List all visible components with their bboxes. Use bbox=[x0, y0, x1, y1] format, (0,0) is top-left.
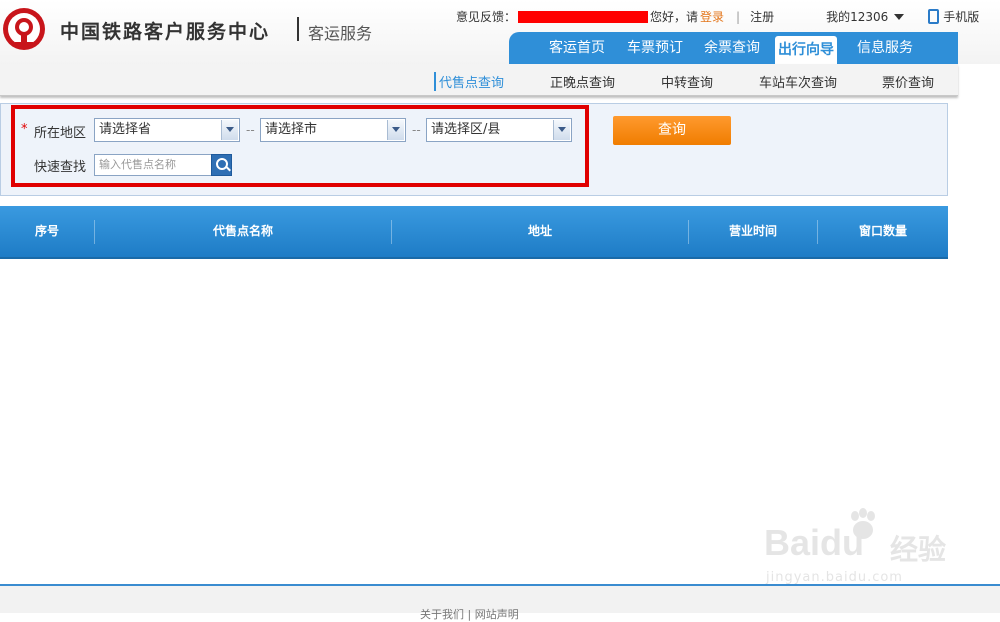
mobile-version-link[interactable]: 手机版 bbox=[928, 8, 979, 25]
brand-title: 中国铁路客户服务中心 bbox=[60, 21, 271, 43]
phone-icon bbox=[928, 9, 940, 24]
chevron-down-icon bbox=[221, 120, 238, 140]
chevron-down-icon bbox=[387, 120, 404, 140]
region-label: 所在地区 bbox=[34, 126, 87, 141]
chevron-down-icon bbox=[553, 120, 570, 140]
nav-ticket-booking[interactable]: 车票预订 bbox=[617, 32, 693, 64]
footer-links[interactable]: 关于我们 | 网站声明 bbox=[420, 606, 519, 622]
tab-station-train-query[interactable]: 车站车次查询 bbox=[759, 72, 837, 91]
my-account-label: 我的12306 bbox=[826, 10, 889, 24]
railway-logo-icon[interactable] bbox=[2, 7, 46, 51]
query-button[interactable]: 查询 bbox=[613, 116, 731, 145]
redacted-feedback bbox=[518, 10, 649, 23]
select-separator: -- bbox=[412, 123, 421, 137]
tab-transfer-query[interactable]: 中转查询 bbox=[661, 72, 713, 91]
column-header-window-count: 窗口数量 bbox=[858, 224, 907, 238]
brand-divider bbox=[297, 17, 299, 41]
column-header-address: 地址 bbox=[527, 224, 552, 238]
greeting-text: 您好，请 bbox=[650, 10, 699, 24]
watermark-logo-cn: 经验 bbox=[890, 533, 947, 566]
query-panel bbox=[0, 103, 948, 196]
site-header: 中国铁路客户服务中心 客运服务 意见反馈： 您好，请 登录 | 注册 我的123… bbox=[0, 0, 1000, 64]
required-mark: * bbox=[21, 122, 28, 137]
brand-subtitle: 客运服务 bbox=[308, 24, 373, 43]
province-select[interactable]: 请选择省 bbox=[94, 118, 240, 142]
city-select[interactable]: 请选择市 bbox=[260, 118, 406, 142]
tab-agency-query[interactable]: 代售点查询 bbox=[434, 72, 504, 91]
register-link[interactable]: 注册 bbox=[750, 8, 774, 25]
nav-travel-guide[interactable]: 出行向导 bbox=[775, 36, 837, 64]
watermark-logo: Baidu bbox=[764, 522, 865, 563]
province-value: 请选择省 bbox=[99, 122, 152, 137]
top-links: 意见反馈： 您好，请 登录 | 注册 我的12306 手机版 bbox=[456, 8, 979, 25]
chevron-down-icon bbox=[894, 13, 905, 20]
login-link[interactable]: 登录 bbox=[700, 8, 724, 25]
result-table-header: 序号 代售点名称 地址 营业时间 窗口数量 bbox=[0, 206, 948, 259]
district-value: 请选择区/县 bbox=[431, 122, 501, 137]
tab-delay-query[interactable]: 正晚点查询 bbox=[550, 72, 615, 91]
feedback-label[interactable]: 意见反馈： bbox=[456, 8, 516, 25]
tab-fare-query[interactable]: 票价查询 bbox=[882, 72, 934, 91]
quick-search-label: 快速查找 bbox=[34, 160, 87, 175]
search-icon[interactable] bbox=[211, 154, 232, 176]
quick-search-input[interactable]: 输入代售点名称 bbox=[94, 154, 212, 176]
nav-home[interactable]: 客运首页 bbox=[537, 32, 617, 64]
nav-remaining-tickets[interactable]: 余票查询 bbox=[693, 32, 771, 64]
baidu-jingyan-watermark: Baidu 经验 jingyan.baidu.com bbox=[764, 508, 954, 598]
my-account-menu[interactable]: 我的12306 bbox=[826, 8, 905, 25]
column-header-business-hours: 营业时间 bbox=[728, 224, 777, 238]
link-separator: | bbox=[736, 9, 741, 24]
city-value: 请选择市 bbox=[265, 122, 318, 137]
main-nav: 客运首页 车票预订 余票查询 出行向导 信息服务 bbox=[509, 32, 958, 64]
district-select[interactable]: 请选择区/县 bbox=[426, 118, 572, 142]
sub-nav: 代售点查询 正晚点查询 中转查询 车站车次查询 票价查询 bbox=[0, 64, 958, 96]
column-header-agency-name: 代售点名称 bbox=[212, 224, 273, 238]
nav-info-service[interactable]: 信息服务 bbox=[843, 32, 927, 64]
watermark-url: jingyan.baidu.com bbox=[766, 570, 903, 585]
mobile-label: 手机版 bbox=[943, 10, 980, 24]
column-header-index: 序号 bbox=[34, 224, 59, 238]
select-separator: -- bbox=[246, 123, 255, 137]
